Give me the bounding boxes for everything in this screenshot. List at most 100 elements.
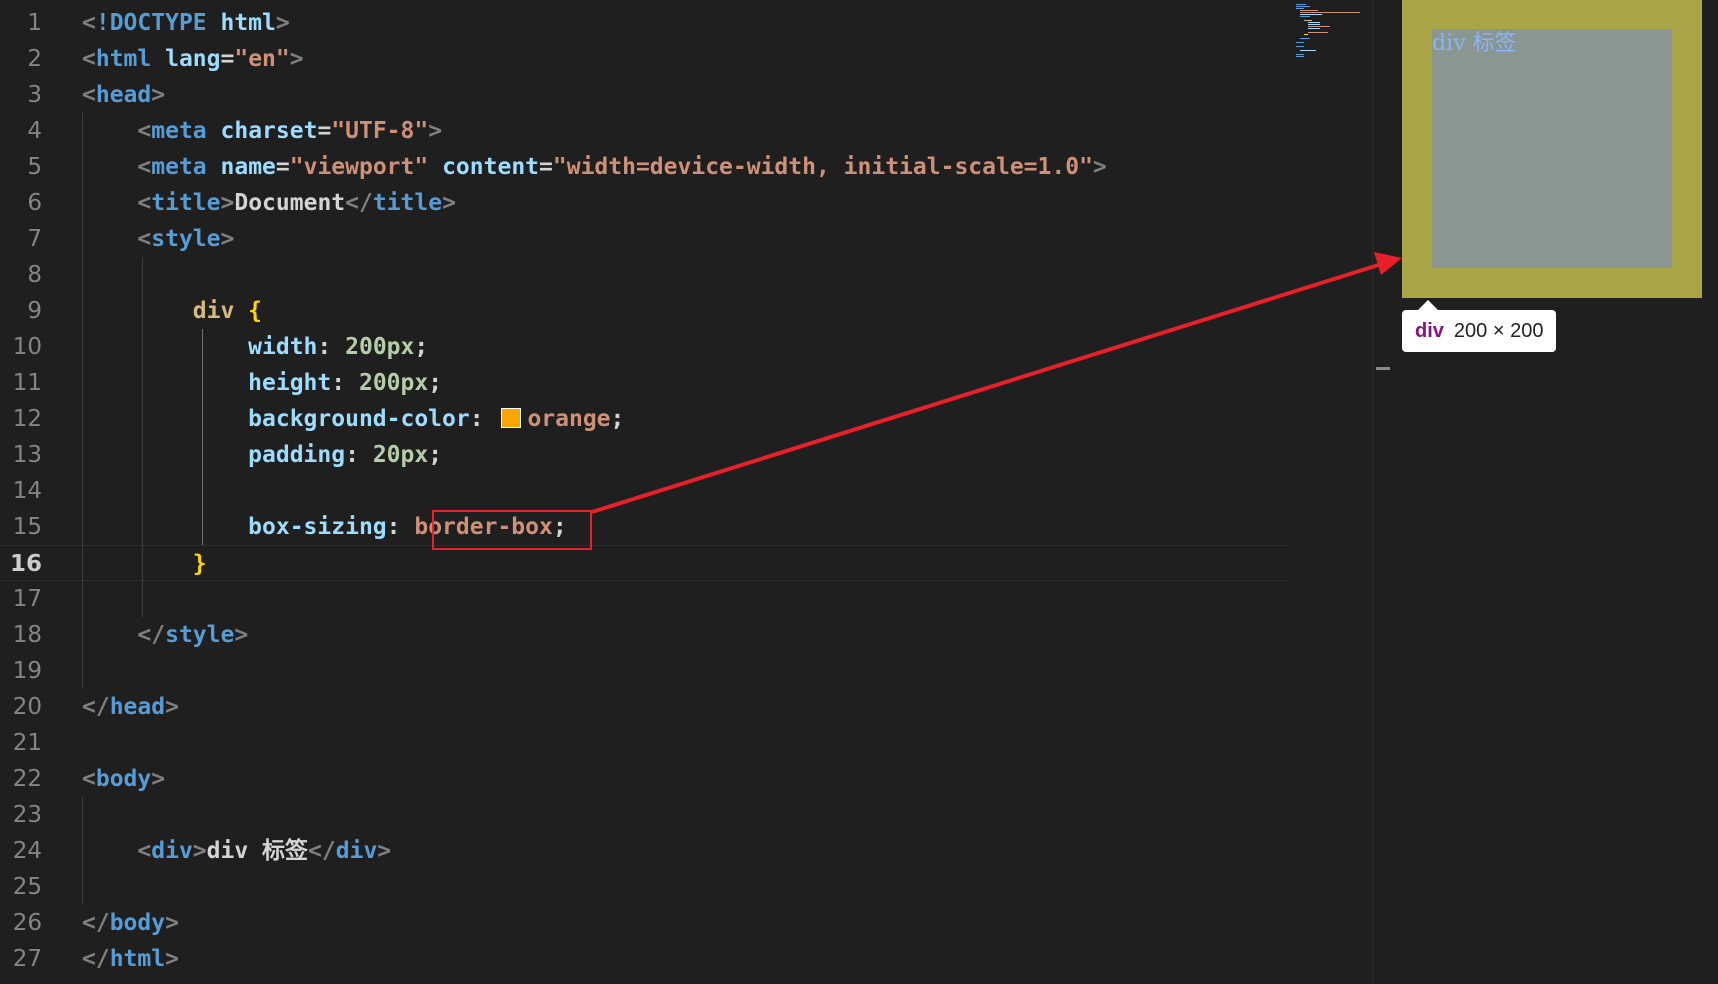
code-token: > (428, 118, 443, 144)
element-inspector-tooltip: div 200 × 200 (1402, 300, 1557, 352)
code-token: 20px (372, 442, 429, 468)
line-number: 21 (12, 730, 42, 756)
code-token: > (234, 622, 249, 648)
code-text[interactable]: </head> (82, 689, 179, 725)
code-text[interactable]: height: 200px; (82, 365, 442, 401)
code-line[interactable]: 18 </style> (0, 617, 1290, 653)
code-line[interactable]: 27 </html> (0, 941, 1290, 977)
code-text[interactable]: <style> (82, 221, 234, 257)
code-line[interactable]: 20 </head> (0, 689, 1290, 725)
code-token: height (248, 370, 332, 396)
code-line[interactable]: 19 (0, 653, 1290, 689)
code-text[interactable]: } (82, 546, 207, 582)
vertical-scrollbar[interactable] (1372, 0, 1403, 984)
code-token: </ (82, 622, 166, 648)
code-text[interactable]: </style> (82, 617, 248, 653)
code-text[interactable]: <meta name="viewport" content="width=dev… (82, 149, 1106, 185)
code-token: < (82, 190, 152, 216)
line-number: 18 (12, 622, 42, 648)
code-token: > (442, 190, 456, 216)
code-token: : (469, 406, 498, 432)
code-line[interactable]: 5 <meta name="viewport" content="width=d… (0, 149, 1290, 185)
tooltip-dimensions: 200 × 200 (1453, 320, 1544, 342)
code-token: "viewport" (289, 154, 443, 180)
code-token: style (151, 226, 221, 252)
line-number: 19 (12, 658, 42, 684)
code-line[interactable]: 8 (0, 257, 1290, 293)
code-line[interactable]: 9 div { (0, 293, 1290, 329)
code-text[interactable]: </html> (82, 941, 179, 977)
line-number: 25 (12, 874, 42, 900)
code-token: meta (151, 118, 221, 144)
code-text[interactable]: <title>Document</title> (82, 185, 456, 221)
code-token: </ (82, 946, 110, 972)
code-token: ; (610, 406, 625, 432)
minimap-line (1300, 12, 1360, 13)
code-line[interactable]: 22 <body> (0, 761, 1290, 797)
code-line[interactable]: 16 } (0, 545, 1290, 581)
code-text[interactable]: width: 200px; (82, 329, 428, 365)
color-swatch-icon[interactable] (501, 408, 522, 428)
code-line[interactable]: 11 height: 200px; (0, 365, 1290, 401)
code-token: > (220, 190, 235, 216)
code-token: body (109, 910, 166, 936)
code-token: width (248, 334, 318, 360)
code-line[interactable]: 2 <html lang="en"> (0, 41, 1290, 77)
code-line[interactable]: 4 <meta charset="UTF-8"> (0, 113, 1290, 149)
code-token: html (95, 46, 166, 72)
code-line[interactable]: 17 (0, 581, 1290, 617)
code-token: = (539, 154, 553, 180)
code-line[interactable]: 23 (0, 797, 1290, 833)
code-token: ; (414, 334, 429, 360)
code-line[interactable]: 21 (0, 725, 1290, 761)
minimap[interactable] (1290, 0, 1372, 70)
code-line[interactable]: 13 padding: 20px; (0, 437, 1290, 473)
line-number: 27 (12, 946, 42, 972)
code-text[interactable]: div { (82, 293, 262, 329)
minimap-line (1300, 50, 1316, 51)
line-number: 22 (12, 766, 42, 792)
code-token: orange (527, 406, 611, 432)
code-line[interactable]: 3 <head> (0, 77, 1290, 113)
code-token: "UTF-8" (331, 118, 429, 144)
code-line[interactable]: 14 (0, 473, 1290, 509)
code-line[interactable]: 10 width: 200px; (0, 329, 1290, 365)
code-text[interactable]: padding: 20px; (82, 437, 442, 473)
code-text[interactable]: box-sizing: border-box; (82, 509, 567, 545)
code-token: </ (82, 694, 110, 720)
line-number: 14 (12, 478, 42, 504)
code-token: div 标签 (206, 838, 309, 864)
line-number: 2 (27, 46, 42, 72)
preview-div-element[interactable]: div 标签 (1402, 0, 1702, 298)
code-text[interactable]: </body> (82, 905, 179, 941)
code-text[interactable]: background-color: orange; (82, 401, 624, 437)
code-text[interactable]: <div>div 标签</div> (82, 833, 391, 869)
code-token: </ (345, 190, 373, 216)
code-line[interactable]: 7 <style> (0, 221, 1290, 257)
minimap-line (1308, 28, 1320, 29)
code-text[interactable]: <head> (82, 77, 165, 113)
code-token: < (82, 766, 96, 792)
code-line[interactable]: 1 <!DOCTYPE html> (0, 5, 1290, 41)
code-line[interactable]: 26 </body> (0, 905, 1290, 941)
code-text[interactable]: <body> (82, 761, 165, 797)
code-line[interactable]: 12 background-color: orange; (0, 401, 1290, 437)
code-text[interactable]: <meta charset="UTF-8"> (82, 113, 442, 149)
code-line[interactable]: 15 box-sizing: border-box; (0, 509, 1290, 545)
code-line[interactable]: 24 <div>div 标签</div> (0, 833, 1290, 869)
code-token: { (248, 298, 263, 324)
code-token: 200px (358, 370, 429, 396)
code-token: charset (220, 118, 318, 144)
indent-guide (82, 113, 83, 689)
code-token: style (165, 622, 235, 648)
code-text[interactable]: <!DOCTYPE html> (82, 5, 290, 41)
code-editor[interactable]: 1 <!DOCTYPE html> 2 <html lang="en"> 3 <head>… (0, 0, 1372, 984)
code-line[interactable]: 25 (0, 869, 1290, 905)
code-line[interactable]: 6 <title>Document</title> (0, 185, 1290, 221)
minimap-line (1300, 14, 1322, 15)
code-text[interactable]: <html lang="en"> (82, 41, 304, 77)
content-box-highlight (1432, 29, 1672, 268)
code-token: html (220, 10, 276, 36)
